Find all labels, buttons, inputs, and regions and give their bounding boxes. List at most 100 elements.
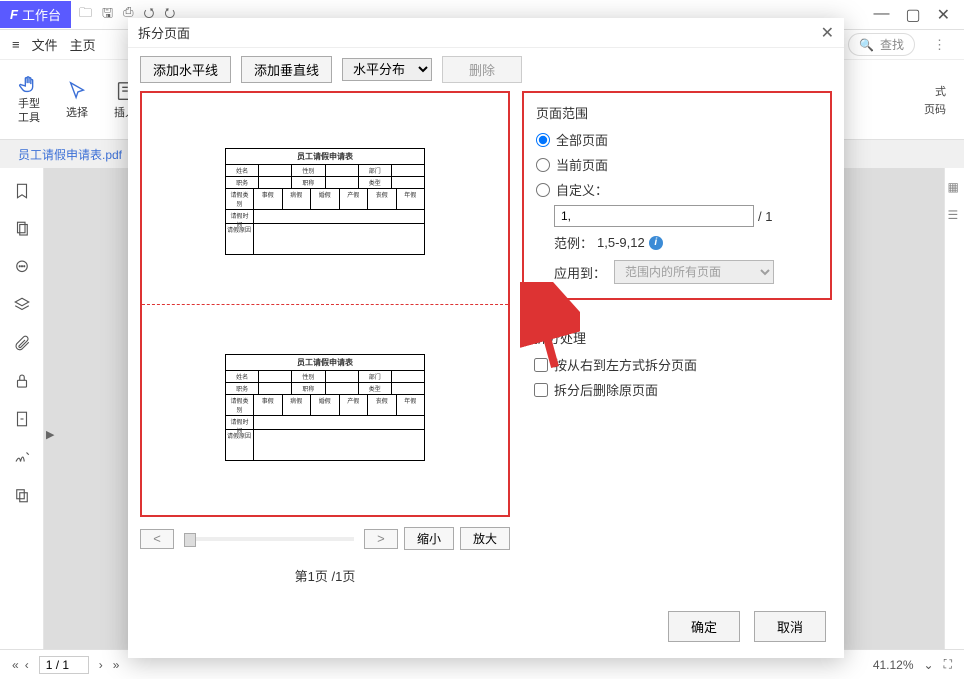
check-rtl-label: 按从右到左方式拆分页面 [554,355,697,374]
zoom-dropdown-icon[interactable]: ⌄ [924,658,934,672]
check-rtl[interactable]: 按从右到左方式拆分页面 [534,355,820,374]
zoom-in-button[interactable]: 放大 [460,527,510,550]
bookmark-icon[interactable] [13,182,31,200]
apply-to-select[interactable]: 范围内的所有页面 [614,260,774,284]
toolbar-right-fragment: 式 页码 [924,83,954,117]
preview-table-top: 员工请假申请表 姓名性别部门 职务职称类型 请假类别事假病假婚假产假丧假年假 请… [225,148,425,255]
page-range-group: 页面范围 全部页面 当前页面 自定义： / 1 范 [522,91,832,300]
preview-table-title: 员工请假申请表 [226,149,424,165]
custom-range-total: / 1 [758,209,772,224]
first-page-icon[interactable]: « [12,658,19,672]
next-page-icon[interactable]: › [99,658,103,672]
prev-page-icon[interactable]: ‹ [25,658,29,672]
radio-current-input[interactable] [536,158,550,172]
toolbar-right-text2: 页码 [924,101,946,117]
zoom-value: 41.12% [873,658,914,672]
workspace-tab[interactable]: F 工作台 [0,1,71,28]
preview-prev-button[interactable]: < [140,529,174,549]
attachment-icon[interactable] [13,334,31,352]
radio-custom-label: 自定义： [556,180,608,199]
right-sidebar: ▦ ☰ [944,168,964,649]
apply-to-label: 应用到： [554,263,606,282]
fullscreen-icon[interactable]: ⛶ [944,657,952,672]
zoom-out-button[interactable]: 缩小 [404,527,454,550]
toolbar-right-text1: 式 [935,83,946,99]
preview-page-counter: 第1页 /1页 [140,560,510,591]
preview-canvas[interactable]: 员工请假申请表 姓名性别部门 职务职称类型 请假类别事假病假婚假产假丧假年假 请… [140,91,510,517]
radio-all-input[interactable] [536,133,550,147]
preview-table-bottom: 员工请假申请表 姓名性别部门 职务职称类型 请假类别事假病假婚假产假丧假年假 请… [225,354,425,461]
dialog-close-icon[interactable]: ✕ [821,23,834,43]
split-page-dialog: 拆分页面 ✕ 添加水平线 添加垂直线 水平分布 删除 员工请假申请表 姓名性别部… [128,18,844,658]
preview-next-button[interactable]: > [364,529,398,549]
sidebar-expand-icon[interactable]: ▶ [46,428,54,441]
radio-all-pages[interactable]: 全部页面 [536,130,818,149]
page-icon[interactable] [13,410,31,428]
left-sidebar [0,168,44,649]
hand-tool-button[interactable]: 手型 工具 [10,70,48,128]
dialog-title: 拆分页面 [138,23,190,42]
menu-home[interactable]: 主页 [70,35,96,54]
ok-button[interactable]: 确定 [668,611,740,642]
radio-custom-input[interactable] [536,183,550,197]
select-tool-label: 选择 [66,104,88,120]
search-placeholder: 查找 [880,36,904,53]
dialog-toolbar: 添加水平线 添加垂直线 水平分布 删除 [128,48,844,91]
radio-custom-pages[interactable]: 自定义： [536,180,818,199]
select-tool-button[interactable]: 选择 [58,76,96,124]
layers-icon[interactable] [13,296,31,314]
example-label: 范例： [554,233,593,252]
window-controls: — ▢ ✕ [873,5,964,25]
comment-icon[interactable] [13,258,31,276]
preview-slider[interactable] [184,537,354,541]
last-page-icon[interactable]: » [113,658,120,672]
right-panel-icon-1[interactable]: ▦ [948,180,962,194]
save-icon[interactable]: 🖫 [102,4,113,26]
example-value: 1,5-9,12 [597,235,645,250]
menu-hamburger-icon[interactable]: ≡ [12,37,20,52]
lock-icon[interactable] [13,372,31,390]
check-delete-input[interactable] [534,383,548,397]
page-number-input[interactable] [39,656,89,674]
distribute-select[interactable]: 水平分布 [342,58,432,81]
page-range-title: 页面范围 [536,103,818,122]
search-box[interactable]: 🔍 查找 [848,33,915,56]
split-line[interactable] [142,304,508,305]
radio-current-page[interactable]: 当前页面 [536,155,818,174]
options-pane: 页面范围 全部页面 当前页面 自定义： / 1 范 [522,91,832,591]
check-rtl-input[interactable] [534,358,548,372]
add-horizontal-line-button[interactable]: 添加水平线 [140,56,231,83]
more-menu-icon[interactable]: ⋮ [927,37,952,53]
check-delete-label: 拆分后删除原页面 [554,380,658,399]
range-example: 范例： 1,5-9,12 i [554,233,818,252]
preview-nav: < > 缩小 放大 [140,517,510,560]
search-icon: 🔍 [859,38,874,52]
right-panel-icon-2[interactable]: ☰ [948,208,962,222]
split-process-title: 拆分处理 [534,328,820,347]
add-vertical-line-button[interactable]: 添加垂直线 [241,56,332,83]
dialog-titlebar: 拆分页面 ✕ [128,18,844,48]
close-window-icon[interactable]: ✕ [937,5,950,25]
document-tab[interactable]: 员工请假申请表.pdf [10,142,130,167]
maximize-icon[interactable]: ▢ [905,5,920,25]
preview-pane: 员工请假申请表 姓名性别部门 职务职称类型 请假类别事假病假婚假产假丧假年假 请… [140,91,510,591]
custom-range-input[interactable] [554,205,754,227]
folder-icon[interactable]: 🗀 [79,4,92,26]
pages-icon[interactable] [13,220,31,238]
radio-all-label: 全部页面 [556,130,608,149]
split-process-group: 拆分处理 按从右到左方式拆分页面 拆分后删除原页面 [522,318,832,415]
page-nav: « ‹ [12,658,29,672]
delete-line-button[interactable]: 删除 [442,56,522,83]
cancel-button[interactable]: 取消 [754,611,826,642]
minimize-icon[interactable]: — [873,5,889,25]
app-logo-icon: F [10,7,18,22]
radio-current-label: 当前页面 [556,155,608,174]
check-delete-original[interactable]: 拆分后删除原页面 [534,380,820,399]
copy-icon[interactable] [13,486,31,504]
info-icon[interactable]: i [649,236,663,250]
workspace-label: 工作台 [22,5,61,24]
hand-tool-label: 手型 工具 [18,98,40,124]
sign-icon[interactable] [13,448,31,466]
menu-file[interactable]: 文件 [32,35,58,54]
dialog-footer: 确定 取消 [128,601,844,658]
